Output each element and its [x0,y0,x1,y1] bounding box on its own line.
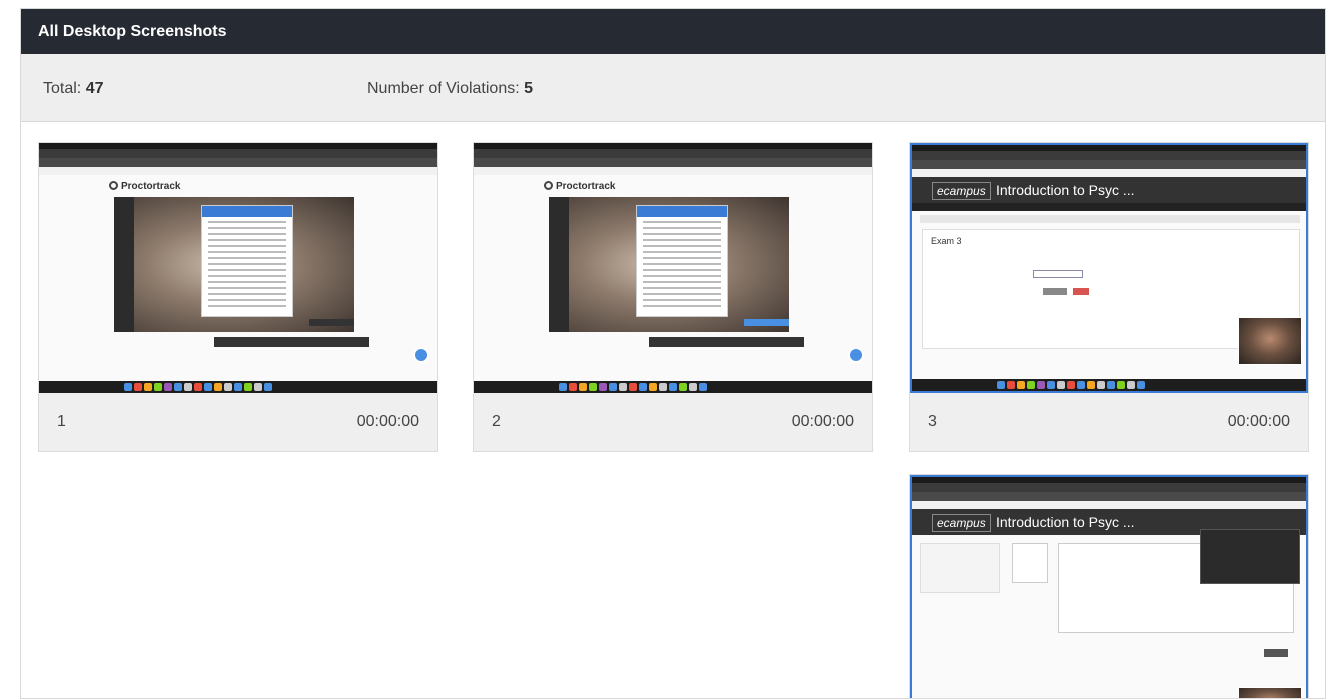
screenshot-footer: 2 00:00:00 [474,393,872,451]
screenshot-card-violation[interactable]: ecampus Introduction to Psyc ... Exam 3 … [909,142,1309,452]
exam-heading: Exam 3 [931,236,962,246]
total-label: Total: [43,80,82,97]
screenshot-footer: 1 00:00:00 [39,393,437,451]
panel-title: All Desktop Screenshots [21,9,1325,54]
screenshot-card[interactable]: Proctortrack 2 00:00:00 [473,142,873,452]
chat-icon [413,347,429,363]
screenshot-card-violation[interactable]: ecampus Introduction to Psyc ... [909,474,1309,699]
violations-value: 5 [524,80,534,97]
screenshot-number: 2 [492,413,501,430]
screenshot-number: 3 [928,413,937,430]
screenshot-time: 00:00:00 [791,413,854,430]
stats-bar: Total: 47 Number of Violations: 5 [21,54,1325,122]
ecampus-logo: ecampus [932,182,991,200]
proctortrack-logo: Proctortrack [544,181,615,192]
total-count: Total: 47 [43,80,104,98]
course-title: Introduction to Psyc ... [996,182,1135,198]
webcam-overlay [1238,317,1302,365]
screenshot-thumbnail[interactable]: ecampus Introduction to Psyc ... Exam 3 [910,143,1308,393]
screenshot-footer: 3 00:00:00 [910,393,1308,451]
eye-icon [109,181,118,190]
screenshot-thumbnail[interactable]: ecampus Introduction to Psyc ... [910,475,1308,698]
violations-label: Number of Violations: [367,80,520,97]
ecampus-logo: ecampus [932,514,991,532]
eye-icon [544,181,553,190]
screenshot-thumbnail[interactable]: Proctortrack [474,143,872,393]
proctortrack-logo: Proctortrack [109,181,180,192]
screenshot-number: 1 [57,413,66,430]
screenshot-thumbnail[interactable]: Proctortrack [39,143,437,393]
screenshot-card[interactable]: Proctortrack 1 00:00:00 [38,142,438,452]
chat-icon [848,347,864,363]
webcam-overlay [1238,687,1302,698]
violations-count: Number of Violations: 5 [367,80,533,98]
screenshot-time: 00:00:00 [1227,413,1290,430]
screenshot-time: 00:00:00 [356,413,419,430]
total-value: 47 [85,80,104,97]
course-title: Introduction to Psyc ... [996,514,1135,530]
